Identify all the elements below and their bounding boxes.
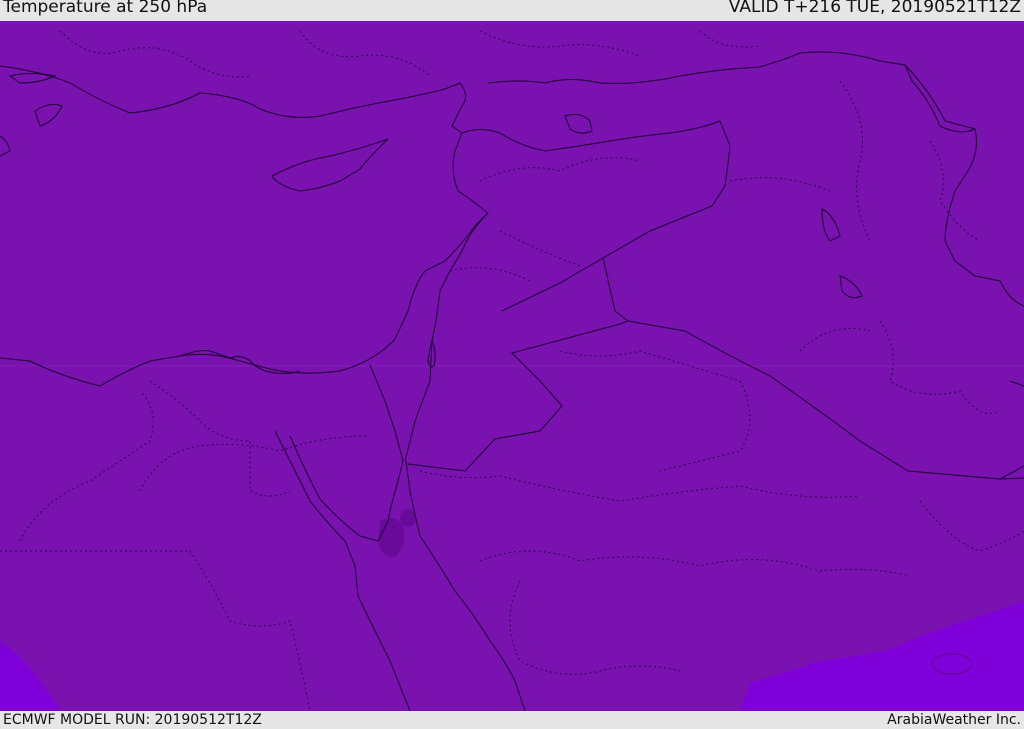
model-run: ECMWF MODEL RUN: 20190512T12Z [3, 712, 262, 728]
warm-patch-sinai-small [400, 509, 416, 527]
weather-map[interactable] [0, 21, 1024, 711]
map-title: Temperature at 250 hPa [3, 0, 208, 17]
header-bar: Temperature at 250 hPa VALID T+216 TUE, … [0, 0, 1024, 21]
footer-bar: ECMWF MODEL RUN: 20190512T12Z ArabiaWeat… [0, 711, 1024, 729]
credit: ArabiaWeather Inc. [887, 712, 1021, 728]
cool-patch-east [931, 653, 973, 675]
valid-time: VALID T+216 TUE, 20190521T12Z [728, 0, 1021, 17]
